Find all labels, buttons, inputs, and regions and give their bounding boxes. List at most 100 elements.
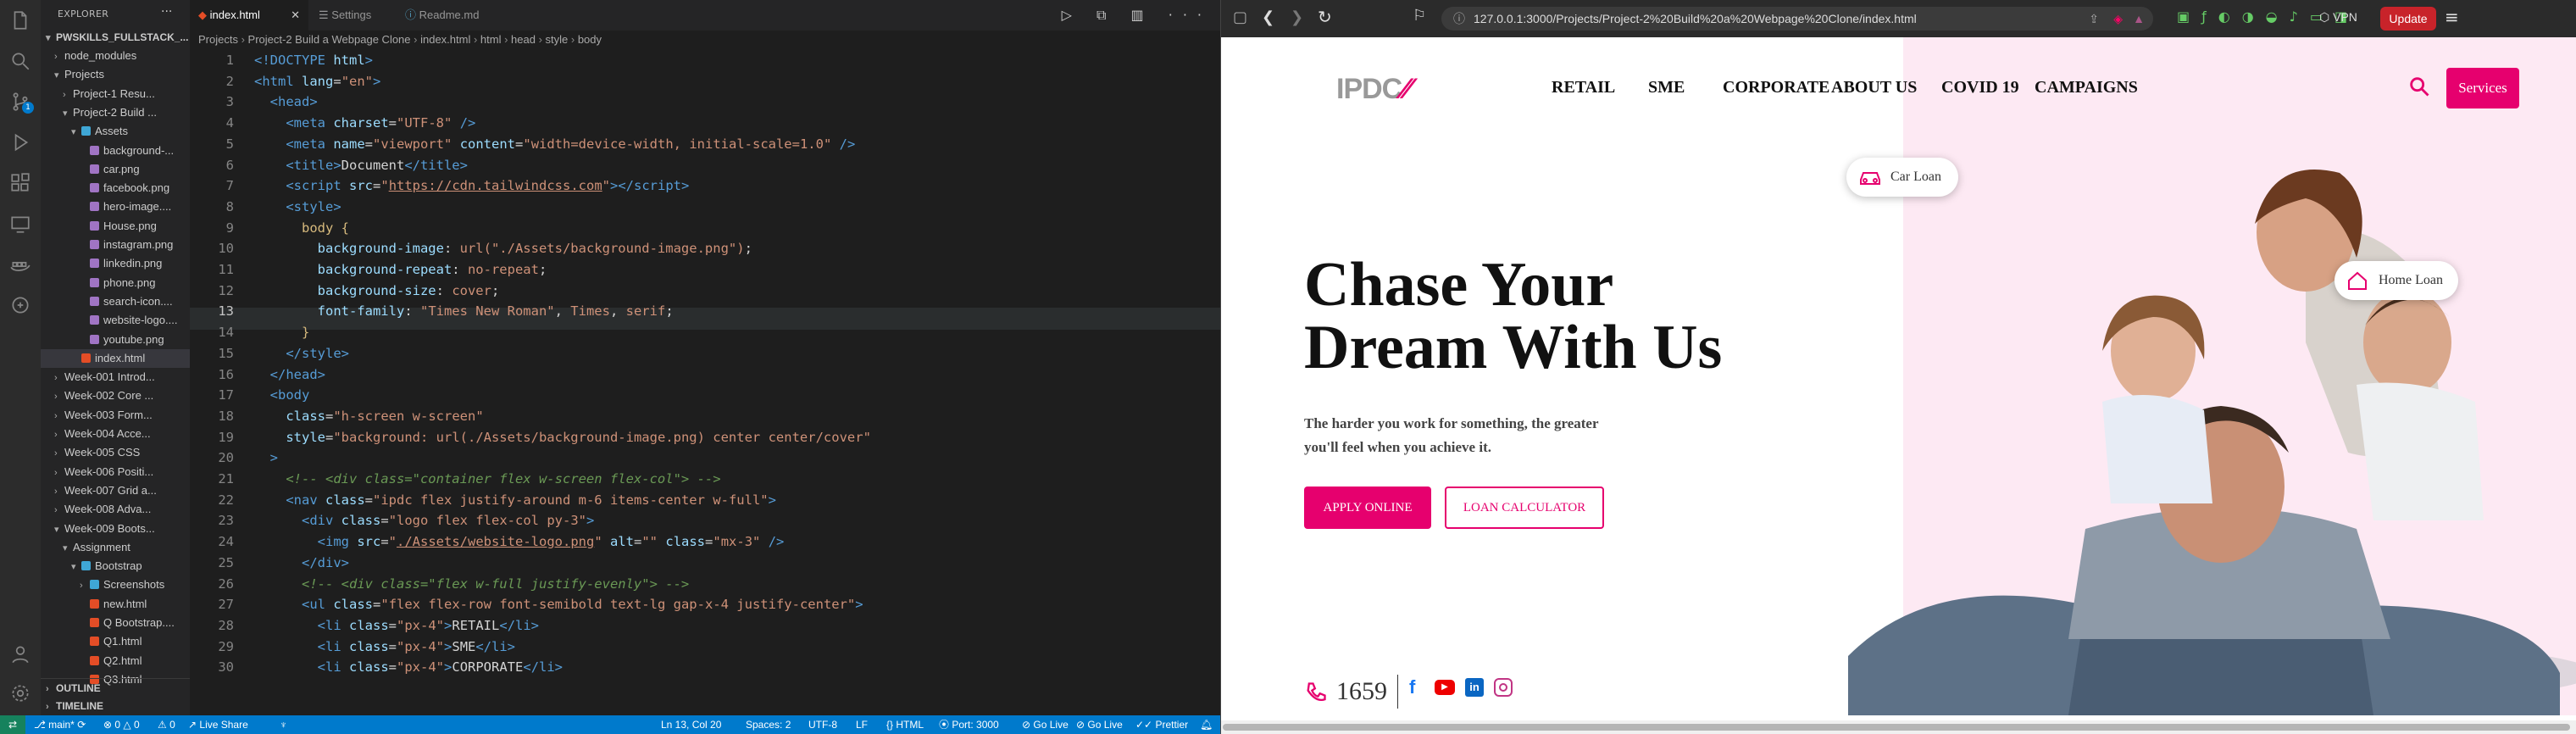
- folder-item[interactable]: ▾ Assets: [41, 122, 190, 141]
- nav-item[interactable]: SME: [1648, 78, 1685, 97]
- file-item[interactable]: hero-image....: [41, 197, 190, 216]
- address-bar[interactable]: ⓘ 127.0.0.1:3000/Projects/Project-2%20Bui…: [1441, 7, 2153, 31]
- code-line[interactable]: </div>: [254, 555, 349, 570]
- file-item[interactable]: background-...: [41, 142, 190, 160]
- more-actions-icon[interactable]: ···: [161, 5, 172, 19]
- folder-item[interactable]: › Week-008 Adva...: [41, 500, 190, 519]
- code-line[interactable]: <li class="px-4">RETAIL</li>: [254, 618, 539, 633]
- folder-item[interactable]: ▾ Assignment: [41, 538, 190, 557]
- status-extra-icon[interactable]: ♆: [280, 715, 287, 734]
- timeline-section[interactable]: › TIMELINE: [41, 697, 190, 715]
- brave-shields-icon[interactable]: ◈: [2113, 7, 2123, 31]
- horizontal-scrollbar[interactable]: [1221, 720, 2576, 734]
- share-icon[interactable]: ⇪: [2089, 7, 2099, 31]
- run-debug-icon[interactable]: [7, 129, 34, 156]
- file-item[interactable]: car.png: [41, 160, 190, 179]
- code-line[interactable]: <meta charset="UTF-8" />: [254, 115, 475, 131]
- indent-status[interactable]: Spaces: 2: [746, 715, 791, 734]
- folder-item[interactable]: › Project-1 Resu...: [41, 85, 190, 103]
- vpn-button[interactable]: ⬡ VPN: [2319, 10, 2357, 25]
- folder-item[interactable]: ▾ Week-009 Boots...: [41, 520, 190, 538]
- phone-icon[interactable]: [1304, 680, 1328, 705]
- code-line[interactable]: <script src="https://cdn.tailwindcss.com…: [254, 178, 689, 193]
- file-item[interactable]: Q1.html: [41, 632, 190, 651]
- language-status[interactable]: {} HTML: [886, 715, 924, 734]
- outline-section[interactable]: › OUTLINE: [41, 678, 190, 697]
- site-info-icon[interactable]: ⓘ: [1453, 7, 1465, 31]
- reload-icon[interactable]: ↻: [1318, 7, 1332, 27]
- folder-item[interactable]: ▾ Bootstrap: [41, 557, 190, 576]
- code-line[interactable]: <meta name="viewport" content="width=dev…: [254, 136, 855, 152]
- file-item[interactable]: House.png: [41, 217, 190, 236]
- code-line[interactable]: >: [254, 450, 278, 465]
- file-item[interactable]: linkedin.png: [41, 254, 190, 273]
- code-line[interactable]: background-repeat: no-repeat;: [254, 262, 547, 277]
- account-icon[interactable]: [7, 641, 34, 668]
- loan-calculator-button[interactable]: LOAN CALCULATOR: [1445, 487, 1604, 529]
- source-control-icon[interactable]: 1: [7, 88, 34, 115]
- instagram-icon[interactable]: [1494, 678, 1513, 697]
- file-item[interactable]: facebook.png: [41, 179, 190, 197]
- code-line[interactable]: background-image: url("./Assets/backgrou…: [254, 241, 752, 256]
- file-item[interactable]: search-icon....: [41, 292, 190, 311]
- code-line[interactable]: </head>: [254, 367, 325, 382]
- go-live-status-2[interactable]: ⊘ Go Live: [1076, 715, 1123, 734]
- code-line[interactable]: <!-- <div class="container flex w-screen…: [254, 471, 720, 487]
- folder-item[interactable]: › Week-001 Introd...: [41, 368, 190, 386]
- code-line[interactable]: class="h-screen w-screen": [254, 409, 483, 424]
- file-item[interactable]: website-logo....: [41, 311, 190, 330]
- folder-item[interactable]: › Week-005 CSS: [41, 443, 190, 462]
- rewards-icon[interactable]: ▲: [2133, 7, 2145, 31]
- linkedin-icon[interactable]: in: [1465, 678, 1484, 697]
- root-folder[interactable]: ▾ PWSKILLS_FULLSTACK_...: [41, 28, 190, 47]
- sidebar-toggle-icon[interactable]: ▢: [1233, 8, 1247, 26]
- car-loan-chip[interactable]: Car Loan: [1846, 158, 1958, 197]
- folder-item[interactable]: › node_modules: [41, 47, 190, 65]
- cursor-position[interactable]: Ln 13, Col 20: [661, 715, 721, 734]
- browser-menu-icon[interactable]: ≡: [2445, 7, 2459, 27]
- code-line[interactable]: <style>: [254, 199, 341, 214]
- code-line[interactable]: <nav class="ipdc flex justify-around m-6…: [254, 492, 776, 508]
- code-line[interactable]: <li class="px-4">CORPORATE</li>: [254, 659, 563, 675]
- nav-item[interactable]: CAMPAIGNS: [2035, 78, 2138, 97]
- code-line[interactable]: <div class="logo flex flex-col py-3">: [254, 513, 594, 528]
- file-item[interactable]: phone.png: [41, 274, 190, 292]
- notifications-bell-icon[interactable]: 🔔︎: [1200, 715, 1213, 734]
- breadcrumb-item[interactable]: body: [578, 33, 602, 46]
- code-line[interactable]: <ul class="flex flex-row font-semibold t…: [254, 597, 863, 612]
- back-button-icon[interactable]: ❮: [1262, 8, 1274, 26]
- ipdc-logo[interactable]: IPDC⁄⁄: [1336, 73, 1411, 106]
- breadcrumb-item[interactable]: Projects: [198, 33, 238, 46]
- code-line[interactable]: style="background: url(./Assets/backgrou…: [254, 430, 871, 445]
- breadcrumb-item[interactable]: html: [480, 33, 502, 46]
- file-item[interactable]: instagram.png: [41, 236, 190, 254]
- folder-item[interactable]: › Week-007 Grid a...: [41, 481, 190, 500]
- editor-actions[interactable]: ▷ ⧉ ▥ ···: [1062, 7, 1212, 24]
- home-loan-chip[interactable]: Home Loan: [2334, 261, 2458, 300]
- file-item[interactable]: new.html: [41, 595, 190, 614]
- problems-status[interactable]: ⊗ 0 △ 0: [103, 715, 140, 734]
- file-item[interactable]: index.html: [41, 348, 190, 368]
- close-tab-icon[interactable]: ✕: [291, 0, 300, 31]
- folder-item[interactable]: › Week-004 Acce...: [41, 425, 190, 443]
- breadcrumb-item[interactable]: style: [546, 33, 569, 46]
- file-item[interactable]: youtube.png: [41, 331, 190, 349]
- search-icon[interactable]: [2407, 75, 2431, 104]
- tab-settings[interactable]: ☰ Settings: [310, 0, 395, 31]
- bookmark-icon[interactable]: ⚐: [1413, 7, 1426, 25]
- nav-item[interactable]: CORPORATE: [1723, 78, 1829, 97]
- apply-online-button[interactable]: APPLY ONLINE: [1304, 487, 1431, 529]
- branch-status[interactable]: ⎇ main* ⟳: [34, 715, 86, 734]
- folder-item[interactable]: › Week-006 Positi...: [41, 463, 190, 481]
- code-line[interactable]: }: [254, 325, 309, 340]
- code-editor[interactable]: 1 <!DOCTYPE html> 2 <html lang="en"> 3 <head…: [190, 49, 1220, 715]
- file-item[interactable]: Q Bootstrap....: [41, 614, 190, 632]
- live-share-status[interactable]: ↗ Live Share: [188, 715, 248, 734]
- forward-button-icon[interactable]: ❯: [1291, 8, 1303, 26]
- encoding-status[interactable]: UTF-8: [808, 715, 837, 734]
- folder-item[interactable]: ▾ Project-2 Build ...: [41, 103, 190, 122]
- go-live-status-1[interactable]: ⊘ Go Live: [1022, 715, 1069, 734]
- folder-item[interactable]: › Screenshots: [41, 576, 190, 594]
- code-line[interactable]: <!-- <div class="flex w-full justify-eve…: [254, 576, 689, 592]
- eol-status[interactable]: LF: [856, 715, 868, 734]
